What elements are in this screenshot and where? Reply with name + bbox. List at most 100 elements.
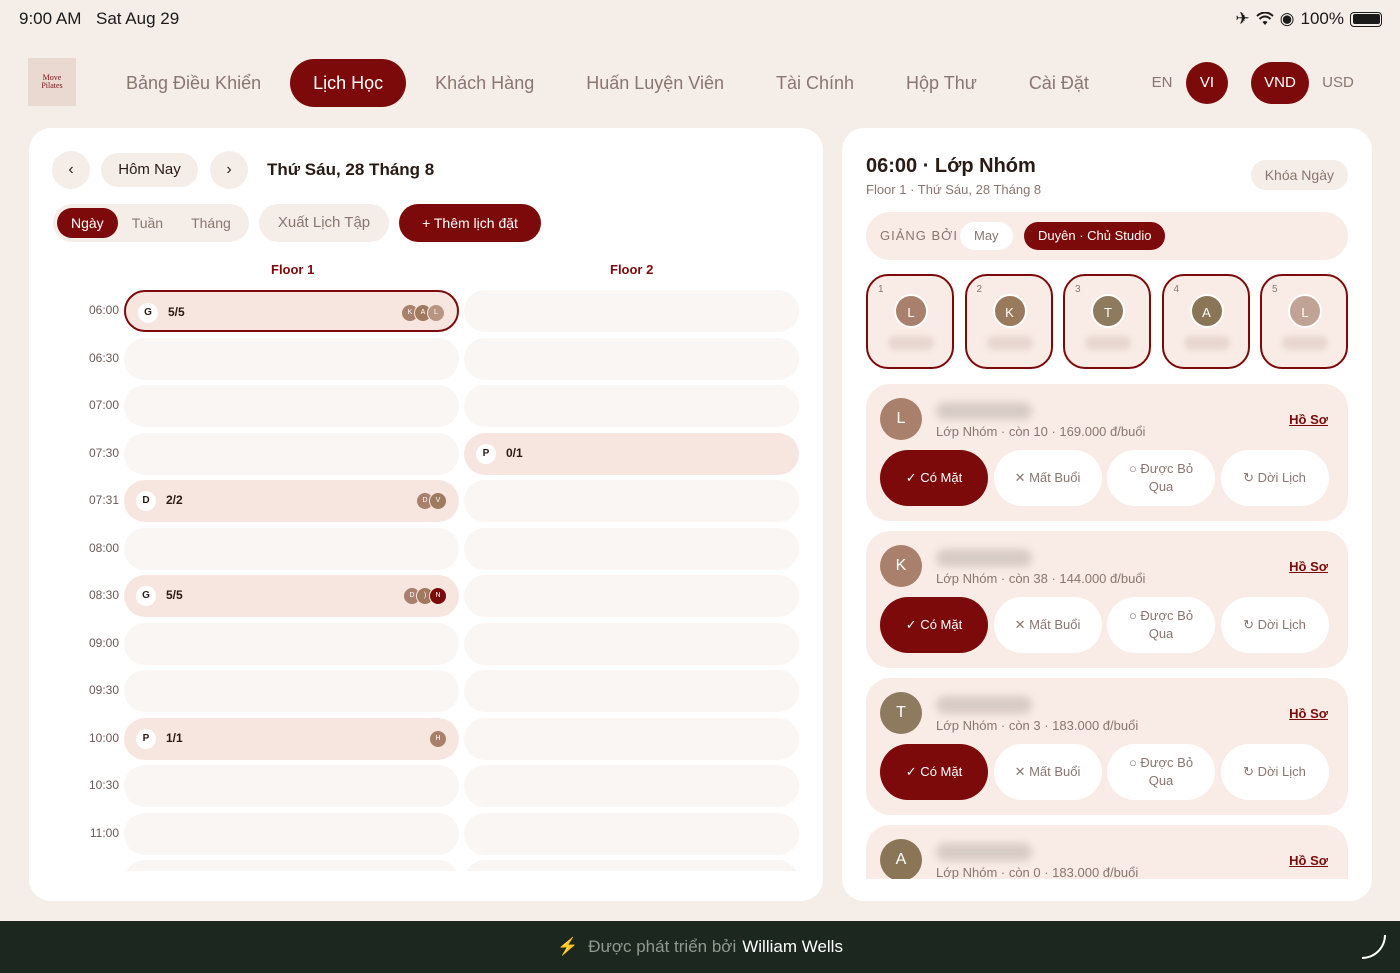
currency-usd[interactable]: USD [1309,62,1367,104]
time-label: 06:30 [88,350,119,365]
mark-present-button[interactable]: ✓ Có Mặt [880,450,988,506]
export-schedule-button[interactable]: Xuất Lịch Tập [259,204,389,242]
mark-present-button[interactable]: ✓ Có Mặt [880,744,988,800]
next-day-button[interactable]: › [210,151,248,189]
spot-card[interactable]: 4A [1161,274,1250,369]
empty-slot[interactable] [464,812,799,855]
attendee-meta: Lớp Nhóm · còn 0 · 183.000 đ/buổi [936,865,1139,880]
currency-vnd[interactable]: VND [1251,62,1309,104]
empty-slot[interactable] [124,527,459,570]
nav-customers[interactable]: Khách Hàng [409,59,560,107]
coach-chip-may[interactable]: May [960,222,1013,250]
coach-chip-duyen[interactable]: Duyên · Chủ Studio [1024,222,1166,250]
empty-slot[interactable] [464,717,799,760]
mark-missed-button[interactable]: ✕ Mất Buổi [993,597,1102,653]
view-week[interactable]: Tuần [118,208,177,238]
floor-2-header: Floor 2 [610,262,654,277]
lightning-icon: ⚡ [557,937,579,956]
spot-card[interactable]: 1L [866,274,954,369]
profile-link[interactable]: Hồ Sơ [1289,412,1328,427]
empty-slot[interactable] [124,385,459,427]
footer: ⚡ Được phát triển bởi William Wells [0,921,1400,973]
reschedule-button[interactable]: ↻ Dời Lịch [1220,744,1329,800]
orientation-lock-icon: ◉ [1279,9,1295,28]
empty-slot[interactable] [464,670,799,712]
add-booking-button[interactable]: + Thêm lịch đặt [399,204,541,242]
status-date: Sat Aug 29 [96,9,180,28]
booking-slot[interactable]: P 1/1 H [124,717,459,760]
empty-slot[interactable] [124,622,459,665]
avatar: T [880,692,922,734]
booking-count: 0/1 [506,445,523,460]
attendee-avatars: DV [416,492,447,510]
battery-icon [1350,11,1382,27]
booking-count: 5/5 [166,588,183,602]
mark-missed-button[interactable]: ✕ Mất Buổi [993,450,1102,506]
mark-skipped-button[interactable]: ○ Được Bỏ Qua [1107,450,1215,506]
mark-missed-button[interactable]: ✕ Mất Buổi [993,744,1102,800]
wifi-icon [1256,12,1274,25]
nav-finance[interactable]: Tài Chính [750,59,880,107]
empty-slot[interactable] [464,622,799,665]
hidden-name [936,843,1032,861]
empty-slot[interactable] [124,812,459,855]
spot-card[interactable]: 2K [964,274,1053,369]
empty-slot[interactable] [464,575,799,617]
mark-skipped-button[interactable]: ○ Được Bỏ Qua [1107,597,1215,653]
profile-link[interactable]: Hồ Sơ [1289,706,1328,721]
profile-link[interactable]: Hồ Sơ [1289,853,1328,868]
reschedule-button[interactable]: ↻ Dời Lịch [1220,450,1329,506]
booking-slot[interactable]: G 5/5 D) N [124,575,459,617]
booking-slot[interactable]: P 0/1 [464,432,799,475]
booking-slot[interactable]: D 2/2 D V [124,480,459,522]
attendee-card: T Lớp Nhóm · còn 3 · 183.000 đ/buổi Hồ Sơ ✓… [866,678,1348,815]
empty-slot[interactable] [124,432,459,475]
nav-inbox[interactable]: Hộp Thư [880,59,1003,107]
spot-card[interactable]: 3T [1063,274,1151,369]
footer-author[interactable]: William Wells [742,937,843,956]
empty-slot[interactable] [464,527,799,570]
footer-credit: ⚡ Được phát triển bởi William Wells [0,937,1400,957]
booking-type-tag: D [136,491,156,511]
lock-day-button[interactable]: Khóa Ngày [1250,160,1348,190]
empty-slot[interactable] [124,765,459,807]
reschedule-button[interactable]: ↻ Dời Lịch [1220,597,1329,653]
view-day[interactable]: Ngày [57,208,118,238]
mark-present-button[interactable]: ✓ Có Mặt [880,597,988,653]
lang-en[interactable]: EN [1141,62,1183,104]
mark-skipped-button[interactable]: ○ Được Bỏ Qua [1107,744,1215,800]
profile-link[interactable]: Hồ Sơ [1289,559,1328,574]
booking-slot[interactable]: G 5/5 K A L [124,290,459,332]
lang-vi[interactable]: VI [1186,62,1228,104]
today-button[interactable]: Hôm Nay [101,153,198,187]
empty-slot[interactable] [124,337,459,380]
view-month[interactable]: Tháng [177,208,245,238]
studio-logo[interactable]: Move Pilates [28,58,76,106]
spot-card[interactable]: 5L [1260,274,1348,369]
empty-slot[interactable] [464,385,799,427]
avatar: V [429,492,447,510]
avatar: L [427,304,445,322]
spot-number: 2 [976,284,983,295]
scroll-fade [29,871,823,901]
time-label: 07:30 [88,445,119,460]
attendee-meta: Lớp Nhóm · còn 10 · 169.000 đ/buổi [936,424,1146,439]
empty-slot[interactable] [464,337,799,380]
attendee-meta: Lớp Nhóm · còn 38 · 144.000 đ/buổi [936,571,1146,586]
empty-slot[interactable] [124,670,459,712]
nav-settings[interactable]: Cài Đặt [1003,59,1115,107]
prev-day-button[interactable]: ‹ [52,151,90,189]
time-label: 08:30 [88,588,119,602]
nav-schedule[interactable]: Lịch Học [290,59,407,107]
nav-coaches[interactable]: Huấn Luyện Viên [560,59,750,107]
empty-slot[interactable] [464,765,799,807]
empty-slot[interactable] [464,290,799,332]
chevron-left-icon: ‹ [68,161,74,178]
language-toggle: EN VI [1141,62,1228,104]
nav-dashboard[interactable]: Bảng Điều Khiển [100,59,287,107]
date-title: Thứ Sáu, 28 Tháng 8 [267,160,435,179]
attendee-avatars: H [429,729,447,748]
empty-slot[interactable] [464,480,799,522]
class-title: 06:00 · Lớp Nhóm [866,155,1036,177]
chevron-right-icon: › [226,161,232,178]
